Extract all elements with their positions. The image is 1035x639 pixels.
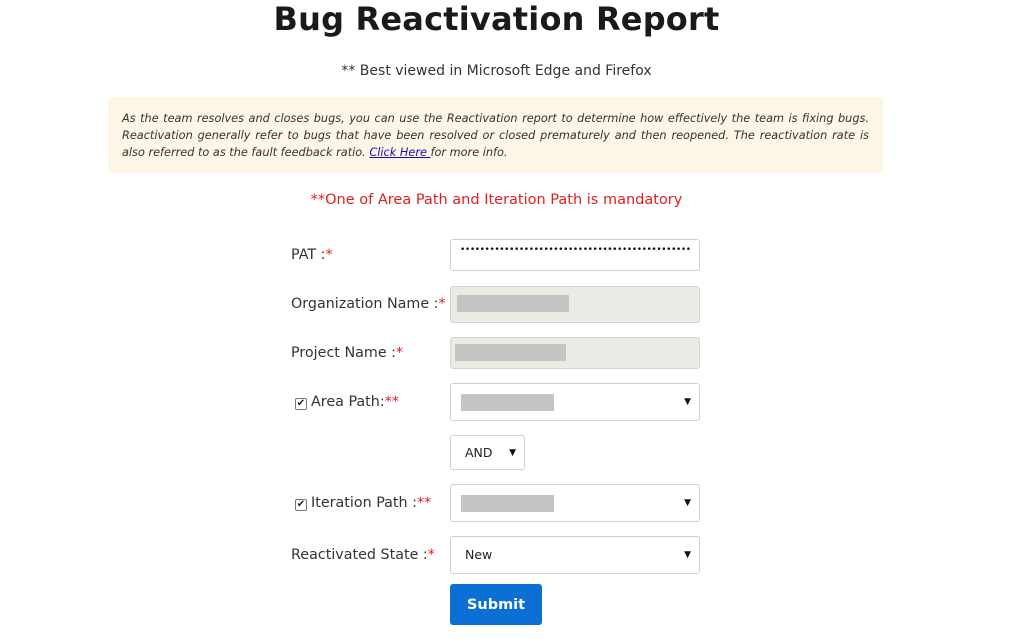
page-title: Bug Reactivation Report [273, 0, 720, 38]
click-here-link[interactable]: Click Here [369, 146, 430, 159]
project-input [450, 337, 700, 369]
iteration-path-checkbox[interactable]: ✔ [295, 499, 307, 511]
page: Bug Reactivation Report ** Best viewed i… [0, 0, 1035, 639]
redacted-value [461, 394, 554, 411]
required-marker: * [427, 547, 435, 563]
submit-button[interactable]: Submit [450, 584, 542, 625]
area-path-checkbox[interactable]: ✔ [295, 398, 307, 410]
reactivated-state-label: Reactivated State :* [291, 547, 435, 563]
reactivated-state-select[interactable]: New ▼ [450, 536, 700, 574]
project-label: Project Name :* [291, 345, 404, 361]
info-suffix: for more info. [430, 146, 508, 159]
operator-select[interactable]: AND ▼ [450, 435, 525, 470]
chevron-down-icon: ▼ [684, 397, 691, 407]
info-box: As the team resolves and closes bugs, yo… [108, 97, 883, 173]
pat-label: PAT :* [291, 247, 333, 263]
redacted-value [455, 344, 566, 361]
pat-value: ••••••••••••••••••••••••••••••••••••••••… [460, 245, 692, 255]
area-path-label: ✔ Area Path:** [295, 394, 399, 410]
mandatory-note: **One of Area Path and Iteration Path is… [310, 192, 683, 208]
area-path-select[interactable]: ▼ [450, 383, 700, 421]
required-marker: * [325, 247, 333, 263]
chevron-down-icon: ▼ [684, 498, 691, 508]
required-marker: ** [384, 394, 399, 410]
iteration-path-select[interactable]: ▼ [450, 484, 700, 522]
reactivated-state-value: New [465, 547, 493, 562]
chevron-down-icon: ▼ [509, 447, 516, 458]
required-marker: * [438, 296, 446, 312]
browser-note: ** Best viewed in Microsoft Edge and Fir… [341, 63, 652, 79]
required-marker: * [396, 345, 404, 361]
operator-value: AND [465, 444, 493, 460]
organization-input [450, 286, 700, 323]
iteration-path-label: ✔ Iteration Path :** [295, 495, 432, 511]
chevron-down-icon: ▼ [684, 550, 691, 560]
required-marker: ** [416, 495, 432, 511]
redacted-value [461, 495, 554, 512]
organization-label: Organization Name :* [291, 296, 446, 312]
pat-input[interactable]: ••••••••••••••••••••••••••••••••••••••••… [450, 239, 700, 271]
redacted-value [457, 295, 569, 312]
